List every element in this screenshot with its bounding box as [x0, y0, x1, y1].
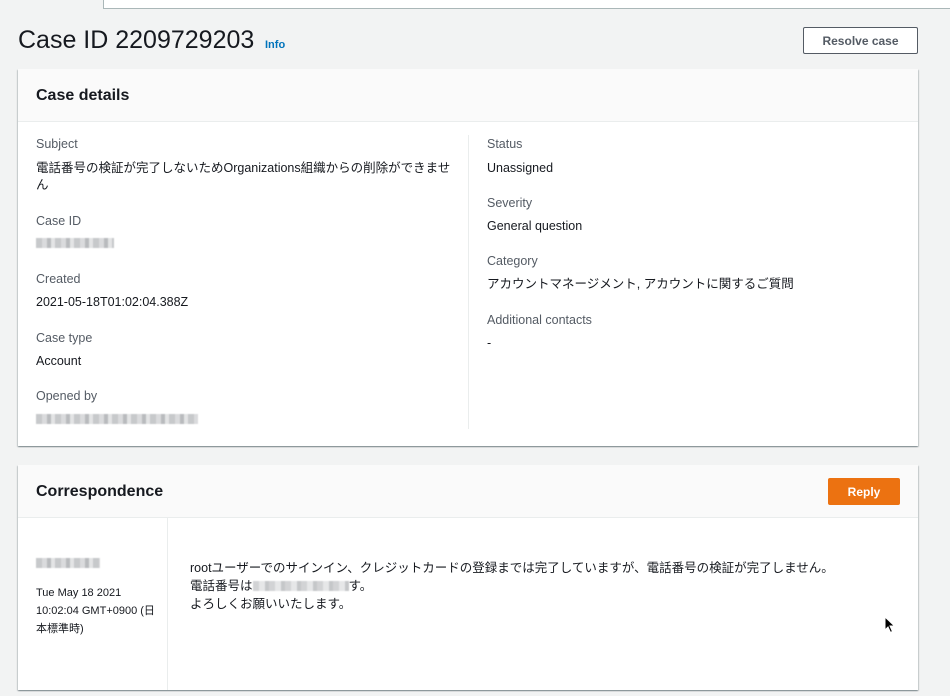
status-label: Status	[487, 137, 523, 151]
severity-value: General question	[487, 219, 583, 233]
subject-label: Subject	[36, 137, 78, 151]
created-label: Created	[36, 272, 81, 286]
status-value: Unassigned	[487, 161, 554, 175]
message-line-2-suffix: す。	[348, 579, 373, 593]
opened-by-field: Opened by	[36, 388, 456, 429]
top-input-box[interactable]	[103, 0, 950, 9]
message-date: Tue May 18 2021 10:02:04 GMT+0900 (日本標準時…	[36, 587, 155, 635]
case-type-label: Case type	[36, 331, 93, 345]
correspondence-title: Correspondence	[36, 483, 164, 500]
mouse-pointer-icon	[884, 616, 896, 634]
info-link[interactable]: Info	[265, 39, 285, 51]
message-line-2: 電話番号は す。	[190, 577, 890, 595]
status-field: Status Unassigned	[487, 136, 897, 177]
additional-contacts-label: Additional contacts	[487, 313, 592, 327]
resolve-case-button[interactable]: Resolve case	[803, 27, 918, 54]
message-line-2-prefix: 電話番号は	[190, 579, 253, 593]
column-divider	[468, 135, 469, 429]
case-type-value: Account	[36, 354, 82, 368]
case-type-field: Case type Account	[36, 330, 456, 370]
message-author-redacted	[36, 554, 100, 573]
message-line-3: よろしくお願いいたします。	[190, 597, 352, 611]
case-id-field: Case ID	[36, 213, 456, 253]
case-details-panel: Case details Subject 電話番号の検証が完了しないためOrga…	[18, 69, 918, 446]
additional-contacts-field: Additional contacts -	[487, 312, 897, 352]
severity-label: Severity	[487, 196, 533, 210]
case-details-header: Case details	[18, 69, 918, 122]
category-field: Category アカウントマネージメント, アカウントに関するご質問	[487, 253, 897, 293]
correspondence-panel: Correspondence Reply Tue May 18 2021 10:…	[18, 465, 918, 690]
page-title: Case ID 2209729203	[18, 26, 255, 54]
correspondence-header: Correspondence Reply	[18, 465, 918, 518]
opened-by-value-redacted	[36, 404, 456, 429]
page-header: Case ID 2209729203 Info Resolve case	[18, 24, 918, 58]
phone-number-redacted	[252, 581, 349, 591]
severity-field: Severity General question	[487, 195, 897, 235]
category-value: アカウントマネージメント, アカウントに関するご質問	[487, 277, 794, 291]
category-label: Category	[487, 254, 538, 268]
additional-contacts-value: -	[487, 336, 492, 350]
case-details-title: Case details	[36, 87, 130, 104]
subject-field: Subject 電話番号の検証が完了しないためOrganizations組織から…	[36, 136, 456, 194]
subject-value: 電話番号の検証が完了しないためOrganizations組織からの削除ができませ…	[36, 161, 451, 192]
message-body: rootユーザーでのサインイン、クレジットカードの登録までは完了していますが、電…	[190, 559, 890, 613]
created-value: 2021-05-18T01:02:04.388Z	[36, 295, 189, 309]
message-meta: Tue May 18 2021 10:02:04 GMT+0900 (日本標準時…	[18, 518, 168, 690]
reply-button[interactable]: Reply	[828, 478, 900, 505]
case-id-label: Case ID	[36, 214, 82, 228]
created-field: Created 2021-05-18T01:02:04.388Z	[36, 271, 456, 311]
case-id-value-redacted	[36, 229, 456, 253]
message-line-1: rootユーザーでのサインイン、クレジットカードの登録までは完了していますが、電…	[190, 561, 834, 575]
opened-by-label: Opened by	[36, 389, 98, 403]
